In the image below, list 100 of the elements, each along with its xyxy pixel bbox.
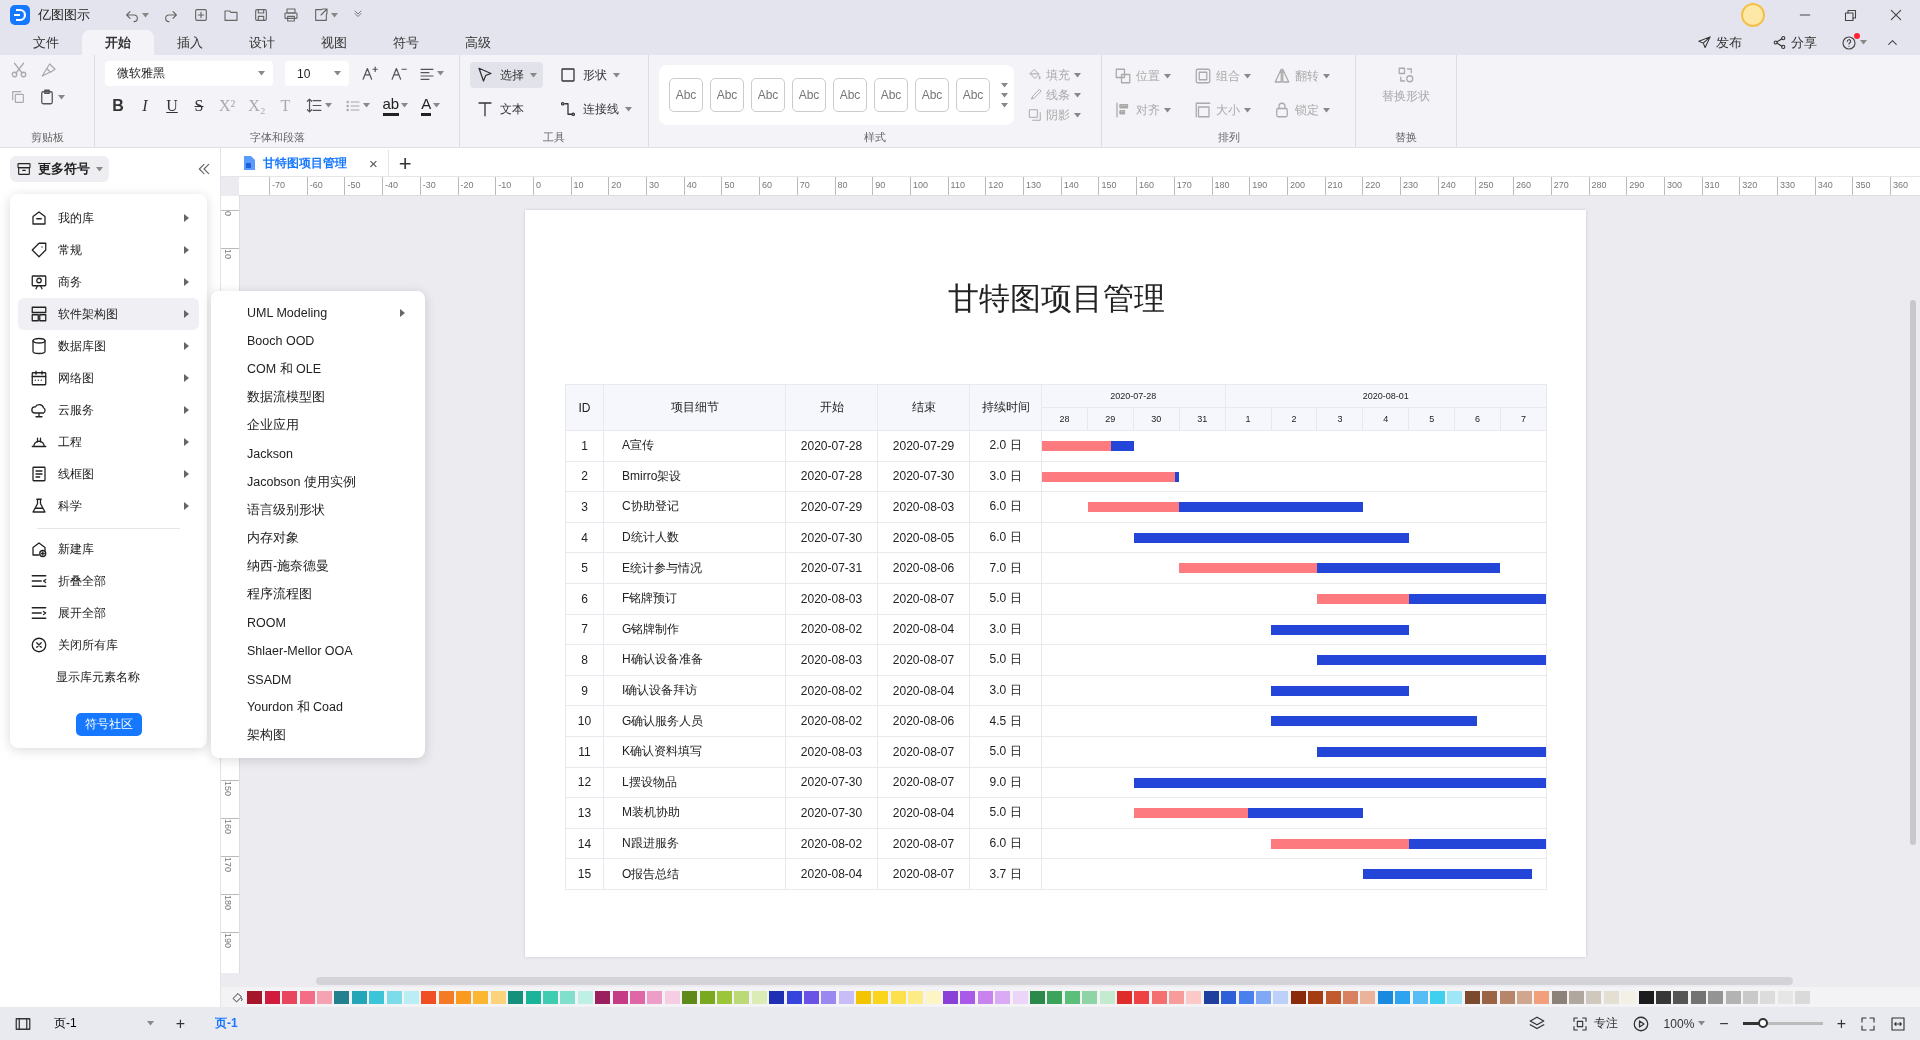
submenu-item[interactable]: ROOM (211, 609, 425, 638)
font-select[interactable]: 微软雅黑 (105, 61, 273, 86)
group-label: 替换 (1395, 130, 1417, 145)
table-cell: 2020-08-06 (877, 705, 970, 737)
format-button[interactable]: B (111, 96, 125, 115)
submenu-item[interactable]: 企业应用 (211, 411, 425, 440)
table-cell: 1 (565, 430, 604, 462)
submenu-item[interactable]: COM 和 OLE (211, 355, 425, 384)
style-swatch[interactable]: Abc (874, 78, 908, 112)
submenu-item[interactable]: Booch OOD (211, 327, 425, 356)
focus-label[interactable]: 专注 (1593, 1015, 1618, 1032)
page-select[interactable]: 页-1 (46, 1015, 162, 1032)
ruler-label: 140 (1060, 177, 1079, 195)
library-menu-item[interactable]: 折叠全部 (18, 565, 199, 597)
menu-tab[interactable]: 设计 (226, 30, 298, 55)
ruler-label: 320 (1739, 177, 1758, 195)
menu-tab[interactable]: 开始 (82, 30, 154, 55)
ruler-label: 170 (223, 857, 233, 873)
color-button[interactable]: ab (382, 95, 400, 116)
zoom-in-button[interactable]: + (1836, 1014, 1846, 1033)
library-menu-item[interactable]: 软件架构图 (18, 298, 199, 330)
menu-tab[interactable]: 高级 (442, 30, 514, 55)
tool-button[interactable]: 文本 (470, 96, 543, 122)
ruler-label: 180 (1211, 177, 1230, 195)
tool-button[interactable]: 选择 (470, 62, 543, 88)
document-tab[interactable]: 甘特图项目管理 × (233, 150, 389, 176)
submenu-item[interactable]: Jackson (211, 439, 425, 469)
tool-button[interactable]: 连接线 (553, 96, 638, 122)
publish-button[interactable]: 发布 (1691, 32, 1748, 53)
new-tab-button[interactable]: + (388, 152, 422, 176)
add-page-button[interactable]: + (175, 1014, 185, 1033)
library-menu-item[interactable]: 关闭所有库 (18, 629, 199, 661)
library-menu-item[interactable]: 商务 (18, 266, 199, 298)
table-header-cell: 项目细节 (603, 384, 786, 431)
library-menu-item[interactable]: 线框图 (18, 458, 199, 490)
table-cell: 6 (565, 583, 604, 615)
format-button[interactable]: I (138, 96, 152, 115)
submenu-item[interactable]: 语言级别形状 (211, 496, 425, 525)
submenu-item[interactable]: Yourdon 和 Coad (211, 693, 425, 722)
table-header-cell: 2020-07-28 (1041, 384, 1226, 408)
table-cell: 11 (565, 736, 604, 768)
submenu-item[interactable]: Jacobson 使用实例 (211, 468, 425, 497)
table-cell: 3.7 日 (969, 858, 1042, 890)
table-cell: 2020-08-07 (877, 767, 970, 798)
style-swatch[interactable]: Abc (710, 78, 744, 112)
submenu-item[interactable]: Shlaer-Mellor OOA (211, 637, 425, 666)
menu-tab[interactable]: 插入 (154, 30, 226, 55)
submenu-item[interactable]: 内存对象 (211, 524, 425, 553)
zoom-level[interactable]: 100% (1663, 1016, 1695, 1031)
close-tab-button[interactable]: × (369, 154, 378, 172)
table-header-cell: 结束 (877, 384, 970, 431)
color-button[interactable]: A (421, 95, 432, 116)
ruler-label: 10 (570, 177, 584, 195)
ruler-label: -50 (344, 177, 361, 195)
menu-tab[interactable]: 符号 (370, 30, 442, 55)
submenu-item[interactable]: 数据流模型图 (211, 383, 425, 412)
symbol-community-button[interactable]: 符号社区 (75, 713, 142, 736)
ruler-label: 260 (1513, 177, 1532, 195)
table-cell: 9 (565, 675, 604, 706)
submenu-item[interactable]: 纳西-施奈德曼 (211, 552, 425, 581)
ruler-label: -10 (495, 177, 512, 195)
style-swatch[interactable]: Abc (915, 78, 949, 112)
library-menu-item[interactable]: 工程 (18, 426, 199, 458)
submenu-item[interactable]: UML Modeling (211, 299, 425, 328)
library-menu-item[interactable]: 数据库图 (18, 330, 199, 362)
submenu-item[interactable]: 程序流程图 (211, 580, 425, 610)
style-swatch[interactable]: Abc (669, 78, 703, 112)
library-menu-item[interactable]: 新建库 (18, 533, 199, 565)
style-swatch[interactable]: Abc (751, 78, 785, 112)
style-swatch[interactable]: Abc (956, 78, 990, 112)
tool-button[interactable]: 形状 (553, 62, 638, 88)
format-button[interactable]: S (192, 96, 206, 115)
zoom-out-button[interactable]: − (1719, 1014, 1729, 1033)
library-menu-item[interactable]: 我的库 (18, 202, 199, 234)
library-menu-item[interactable]: 网络图 (18, 362, 199, 394)
group-label: 样式 (863, 130, 887, 145)
style-swatch[interactable]: Abc (792, 78, 826, 112)
ruler-label: 180 (223, 895, 233, 911)
font-size-select[interactable]: 10 (285, 61, 349, 86)
library-menu-item[interactable]: 展开全部 (18, 597, 199, 629)
more-symbols-button[interactable]: 更多符号 (10, 156, 109, 182)
table-cell: H确认设备准备 (603, 644, 786, 676)
menu-tab[interactable]: 视图 (298, 30, 370, 55)
library-menu-item[interactable]: 科学 (18, 490, 199, 522)
style-swatch[interactable]: Abc (833, 78, 867, 112)
library-menu-item[interactable]: 显示库元素名称 (18, 661, 199, 693)
table-header-cell: ID (565, 384, 604, 431)
app-title: 亿图图示 (38, 6, 90, 24)
library-menu-item[interactable]: 云服务 (18, 394, 199, 426)
ruler-label: 240 (1437, 177, 1456, 195)
format-button[interactable]: U (165, 96, 179, 115)
submenu-item[interactable]: SSADM (211, 665, 425, 694)
ruler-label: 150 (1098, 177, 1117, 195)
share-button[interactable]: 分享 (1766, 32, 1823, 53)
submenu-item[interactable]: 架构图 (211, 721, 425, 750)
table-cell: Bmirro架设 (603, 461, 786, 492)
library-menu-item[interactable]: 常规 (18, 234, 199, 266)
table-cell: 2020-08-07 (877, 828, 970, 859)
menu-tab[interactable]: 文件 (10, 30, 82, 55)
ruler-label: 150 (223, 781, 233, 797)
